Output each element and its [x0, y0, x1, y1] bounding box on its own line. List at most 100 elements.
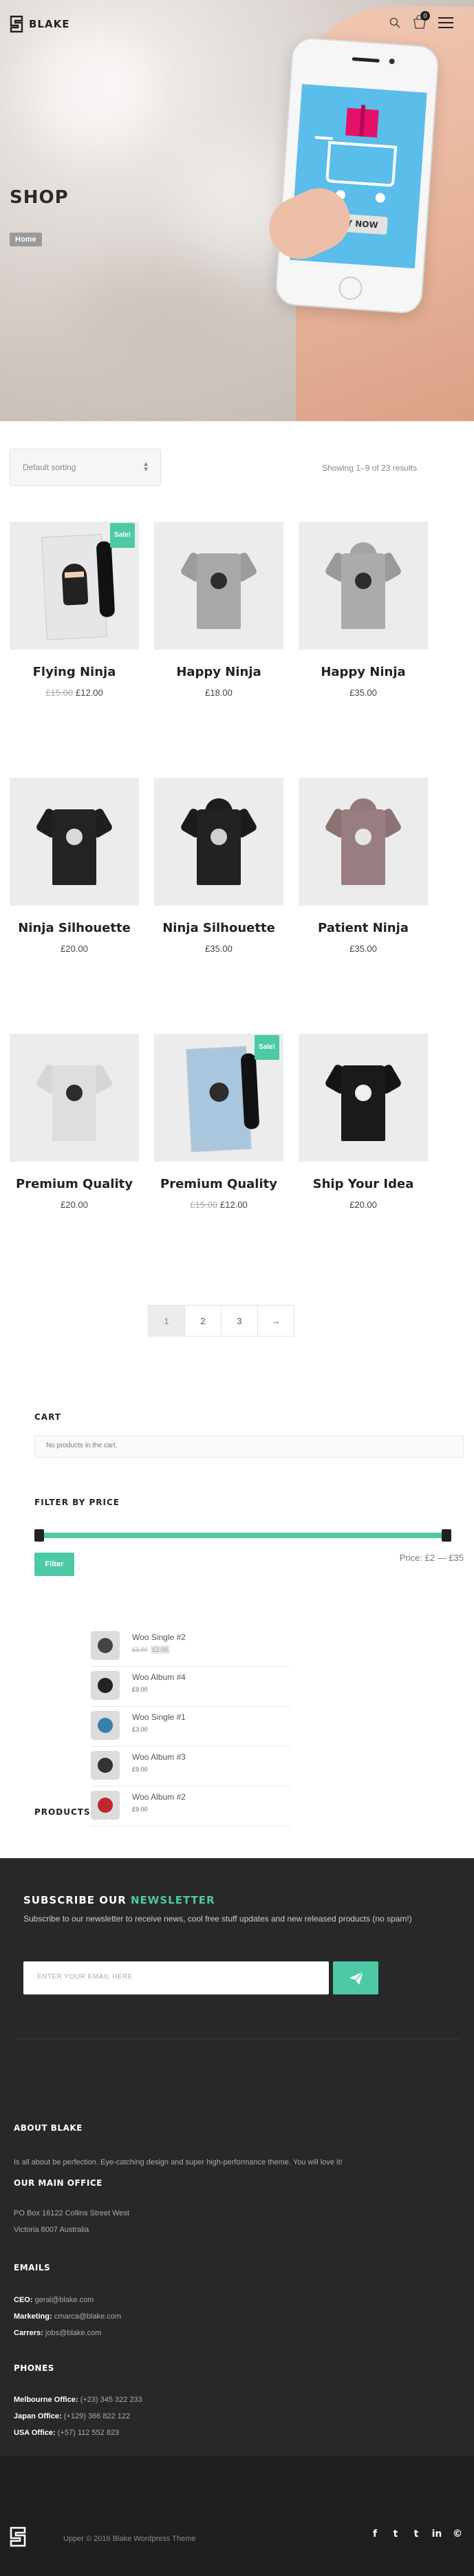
site-logo[interactable]: BLAKE — [10, 15, 69, 33]
email-row: Carrers: jobs@blake.com — [14, 2325, 101, 2341]
product-name[interactable]: Happy Ninja — [299, 665, 428, 679]
email-link[interactable]: cmarca@blake.com — [54, 2312, 121, 2321]
product-image[interactable]: Sale! — [154, 1034, 283, 1162]
price-slider-max-handle[interactable] — [442, 1529, 451, 1542]
twitter-icon[interactable]: t — [390, 2529, 401, 2540]
phone-row: USA Office: (+57) 112 552 823 — [14, 2425, 119, 2441]
products-widget-list: Woo Single #2 £3.00 £2.00 Woo Album #4 £9… — [91, 1627, 290, 1827]
list-item-price: £3.00 — [132, 1726, 148, 1733]
list-item-name[interactable]: Woo Single #2 — [132, 1632, 186, 1642]
cart-button[interactable]: 0 — [412, 11, 430, 30]
product-image[interactable] — [154, 778, 283, 906]
office-title: OUR MAIN OFFICE — [14, 2178, 103, 2188]
search-icon[interactable] — [389, 17, 401, 29]
product-card[interactable]: Sale! Premium Quality £15.00 £12.00 — [154, 1034, 283, 1210]
list-item[interactable]: Woo Album #4 £9.00 — [91, 1667, 290, 1707]
product-name[interactable]: Flying Ninja — [10, 665, 139, 679]
product-image[interactable] — [299, 778, 428, 906]
instagram-icon[interactable]: © — [452, 2529, 463, 2540]
list-item[interactable]: Woo Single #1 £3.00 — [91, 1707, 290, 1747]
list-item[interactable]: Woo Album #3 £9.00 — [91, 1747, 290, 1787]
album-thumbnail[interactable] — [91, 1711, 120, 1740]
product-name[interactable]: Patient Ninja — [299, 921, 428, 935]
linkedin-icon[interactable]: in — [431, 2529, 442, 2540]
cart-empty-message: No products in the cart. — [34, 1436, 464, 1458]
product-image[interactable]: Sale! — [10, 522, 139, 650]
email-input[interactable]: ENTER YOUR EMAIL HERE — [23, 1961, 329, 1994]
page-1[interactable]: 1 — [148, 1305, 185, 1337]
list-item-price: £9.00 — [132, 1806, 148, 1813]
product-price: £20.00 — [61, 944, 88, 954]
list-item[interactable]: Woo Single #2 £3.00 £2.00 — [91, 1627, 290, 1667]
social-links: f t t in © — [369, 2529, 463, 2540]
footer-bottom-bar — [0, 2456, 474, 2576]
product-name[interactable]: Ship Your Idea — [299, 1177, 428, 1191]
product-name[interactable]: Ninja Silhouette — [154, 921, 283, 935]
product-card[interactable]: Happy Ninja £18.00 — [154, 522, 283, 698]
product-card[interactable]: Premium Quality £20.00 — [10, 1034, 139, 1210]
sort-select[interactable]: Default sorting ▲ ▼ — [10, 449, 161, 486]
list-item[interactable]: Woo Album #2 £9.00 — [91, 1787, 290, 1827]
product-name[interactable]: Ninja Silhouette — [10, 921, 139, 935]
cart-widget-title: CART — [34, 1412, 61, 1422]
product-image[interactable] — [299, 1034, 428, 1162]
list-item-name[interactable]: Woo Album #3 — [132, 1752, 186, 1762]
list-item-old-price: £3.00 — [132, 1646, 148, 1653]
hero-banner: BUY NOW BLAKE 0 SHOP Home — [0, 0, 474, 421]
list-item-name[interactable]: Woo Single #1 — [132, 1712, 186, 1722]
menu-icon[interactable] — [438, 17, 453, 28]
product-name[interactable]: Happy Ninja — [154, 665, 283, 679]
product-price: £35.00 — [349, 944, 377, 954]
subscribe-button[interactable] — [333, 1961, 378, 1994]
product-price: £15.00 £12.00 — [154, 1200, 283, 1210]
product-price: £35.00 — [205, 944, 233, 954]
list-item-name[interactable]: Woo Album #2 — [132, 1792, 186, 1802]
phone-number: (+57) 112 552 823 — [57, 2429, 120, 2437]
footer-logo-icon[interactable] — [10, 2526, 28, 2547]
select-arrows-icon: ▲ ▼ — [142, 460, 149, 473]
email-label: Carrers: — [14, 2329, 43, 2337]
product-card[interactable]: Patient Ninja £35.00 — [299, 778, 428, 954]
product-old-price: £15.00 — [45, 688, 73, 698]
product-name[interactable]: Premium Quality — [10, 1177, 139, 1191]
product-image[interactable] — [299, 522, 428, 650]
email-link[interactable]: jobs@blake.com — [45, 2329, 101, 2337]
facebook-icon[interactable]: f — [369, 2529, 380, 2540]
product-image[interactable] — [10, 778, 139, 906]
page-3[interactable]: 3 — [221, 1305, 258, 1337]
product-sale-price: £12.00 — [76, 688, 103, 698]
breadcrumb-home[interactable]: Home — [10, 233, 42, 246]
next-page-button[interactable]: → — [257, 1305, 294, 1337]
product-card[interactable]: Ninja Silhouette £20.00 — [10, 778, 139, 954]
email-link[interactable]: geral@blake.com — [35, 2296, 94, 2304]
phone-row: Japan Office: (+129) 366 822 122 — [14, 2408, 130, 2425]
price-slider-min-handle[interactable] — [34, 1529, 44, 1542]
product-card[interactable]: Sale! Flying Ninja £15.00 £12.00 — [10, 522, 139, 698]
list-item-sale-price: £2.00 — [150, 1646, 171, 1654]
result-count: Showing 1–9 of 23 results — [322, 463, 418, 473]
album-thumbnail[interactable] — [91, 1751, 120, 1780]
email-label: Marketing: — [14, 2312, 52, 2321]
phone-row: Melbourne Office: (+23) 345 322 233 — [14, 2392, 142, 2408]
product-card[interactable]: Ship Your Idea £20.00 — [299, 1034, 428, 1210]
album-thumbnail[interactable] — [91, 1631, 120, 1660]
phone-number: (+129) 366 822 122 — [63, 2412, 131, 2420]
cart-count-badge: 0 — [420, 11, 430, 21]
product-card[interactable]: Happy Ninja £35.00 — [299, 522, 428, 698]
newsletter-title-prefix: SUBSCRIBE OUR — [23, 1894, 127, 1906]
price-slider-range — [34, 1533, 451, 1538]
album-thumbnail[interactable] — [91, 1671, 120, 1700]
office-line-1: PO Box 16122 Collins Street West — [14, 2209, 129, 2217]
sale-badge: Sale! — [255, 1035, 279, 1060]
tumblr-icon[interactable]: t — [411, 2529, 422, 2540]
product-card[interactable]: Ninja Silhouette £35.00 — [154, 778, 283, 954]
newsletter-title-accent: NEWSLETTER — [130, 1894, 215, 1906]
list-item-name[interactable]: Woo Album #4 — [132, 1672, 186, 1682]
filter-button[interactable]: Filter — [34, 1553, 74, 1576]
page-2[interactable]: 2 — [184, 1305, 222, 1337]
album-thumbnail[interactable] — [91, 1791, 120, 1820]
product-image[interactable] — [154, 522, 283, 650]
product-name[interactable]: Premium Quality — [154, 1177, 283, 1191]
product-price: £20.00 — [61, 1200, 88, 1210]
product-image[interactable] — [10, 1034, 139, 1162]
